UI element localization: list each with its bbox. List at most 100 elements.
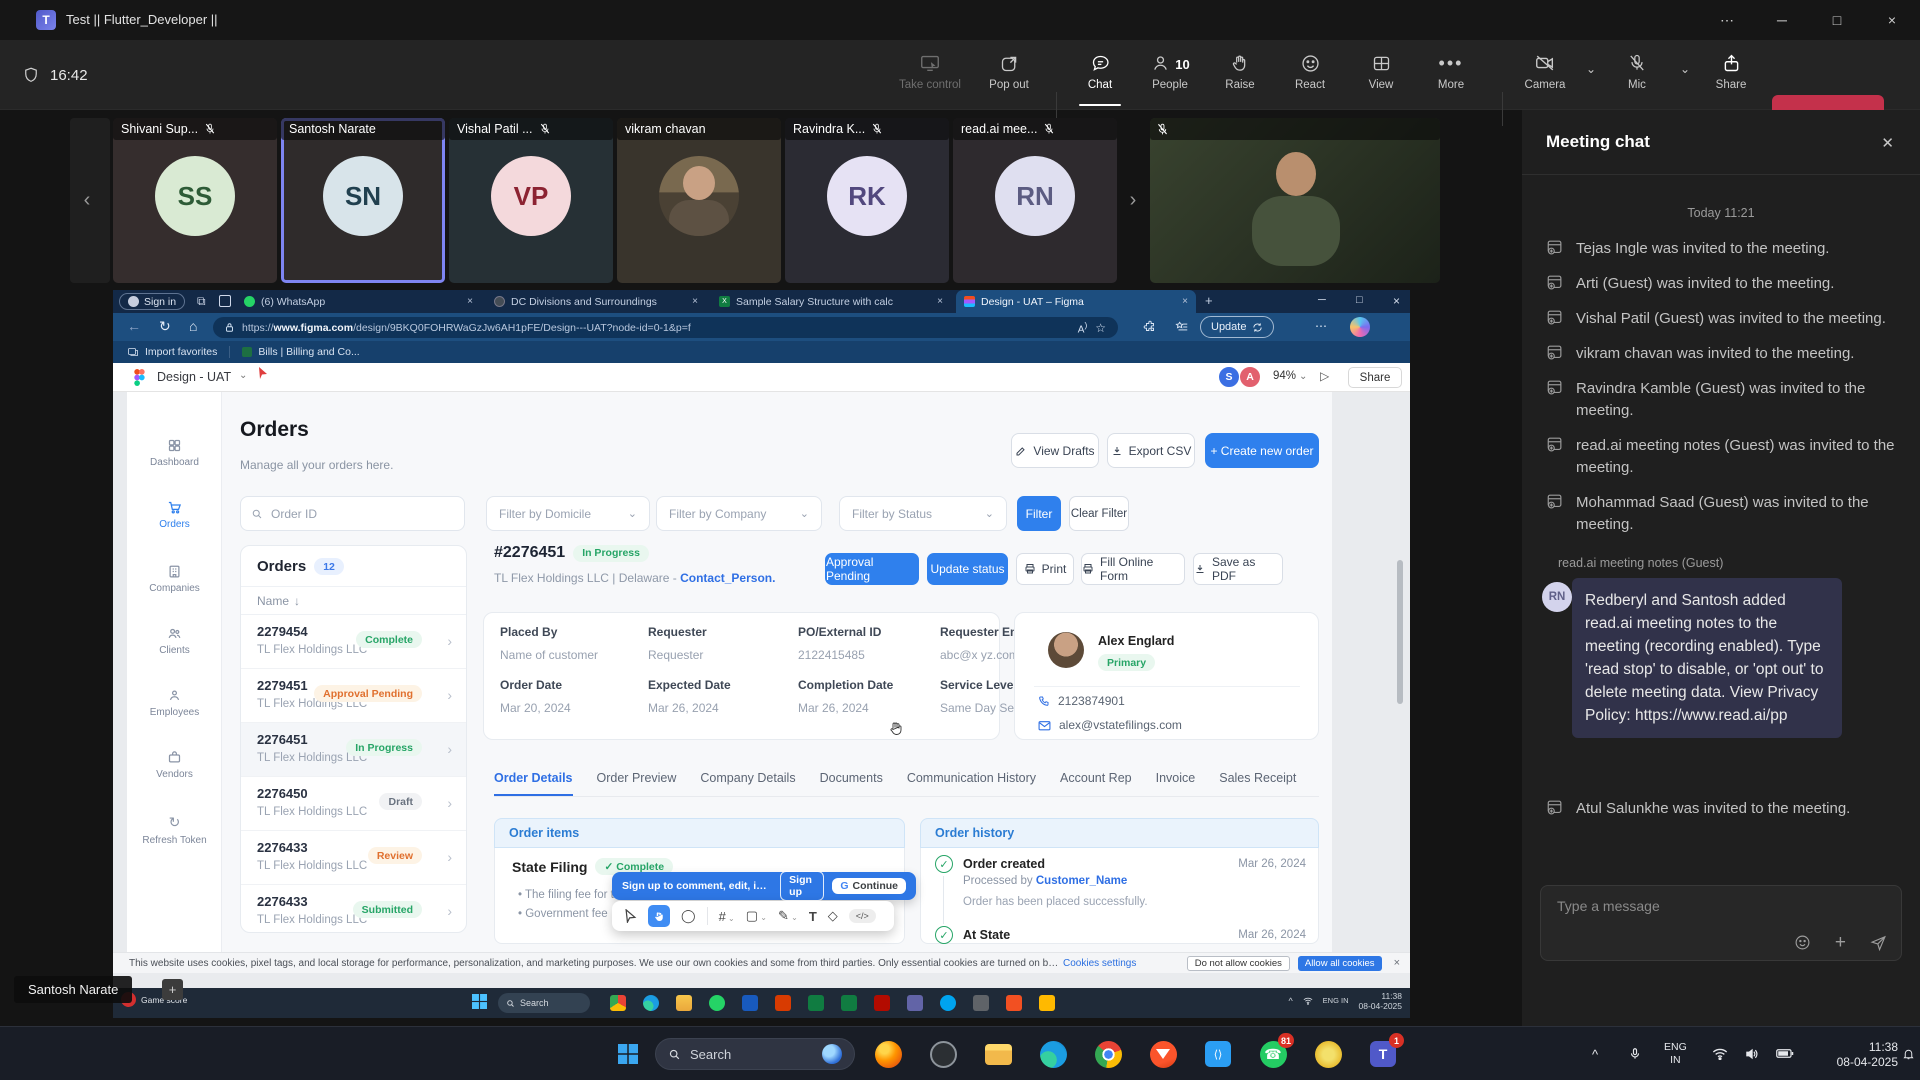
sidebar-item-vendors[interactable]: Vendors: [127, 750, 222, 780]
browser-profile-button[interactable]: Sign in: [119, 293, 185, 310]
bookmark-import-favorites[interactable]: Import favorites: [145, 346, 217, 358]
approval-pending-button[interactable]: Approval Pending: [825, 553, 919, 585]
order-row[interactable]: 2276433TL Flex Holdings LLCSubmitted›: [241, 885, 466, 933]
collaborator-avatar[interactable]: S: [1218, 366, 1240, 388]
frame-tool-icon[interactable]: # ⌄: [719, 909, 735, 924]
favorites-bar-icon[interactable]: [1175, 320, 1189, 334]
favorite-star-icon[interactable]: ☆: [1095, 321, 1106, 335]
react-button[interactable]: React: [1276, 48, 1344, 104]
mic-button[interactable]: Mic: [1604, 48, 1670, 104]
clear-filter-button[interactable]: Clear Filter: [1069, 496, 1129, 531]
pinned-app-icon[interactable]: [973, 995, 989, 1011]
emoji-icon[interactable]: [1794, 934, 1811, 951]
window-maximize-button[interactable]: □: [1819, 11, 1855, 29]
sidebar-item-refresh-token[interactable]: ↻Refresh Token: [127, 814, 222, 846]
figma-logo-icon[interactable]: [133, 369, 145, 386]
bookmark-bills[interactable]: Bills | Billing and Co...: [258, 346, 359, 358]
pinned-app-icon[interactable]: [1006, 995, 1022, 1011]
shared-search-label[interactable]: Search: [520, 998, 549, 1008]
sign-up-button[interactable]: Sign up: [780, 871, 824, 901]
taskbar-search[interactable]: Search: [655, 1038, 855, 1070]
close-tab-icon[interactable]: ×: [692, 296, 698, 307]
share-button[interactable]: Share: [1698, 48, 1764, 104]
refresh-icon[interactable]: ↻: [159, 318, 171, 335]
tray-language-indicator[interactable]: ENGIN: [1664, 1041, 1687, 1067]
pop-out-button[interactable]: Pop out: [975, 48, 1043, 104]
create-new-order-button[interactable]: + Create new order: [1205, 433, 1319, 468]
sidebar-item-employees[interactable]: Employees: [127, 688, 222, 718]
taskbar-app-explorer[interactable]: [978, 1034, 1018, 1074]
tab-order-details[interactable]: Order Details: [494, 771, 573, 796]
tray-battery-icon[interactable]: [1776, 1048, 1794, 1059]
people-button[interactable]: 10 People: [1130, 48, 1210, 104]
pinned-app-icon[interactable]: [907, 995, 923, 1011]
new-tab-button[interactable]: +: [1205, 293, 1213, 308]
allow-cookies-button[interactable]: Allow all cookies: [1298, 956, 1382, 971]
print-button[interactable]: Print: [1016, 553, 1074, 585]
scroll-right-icon[interactable]: ›: [1120, 180, 1146, 220]
tab-account-rep[interactable]: Account Rep: [1060, 771, 1132, 794]
google-continue-button[interactable]: GContinue: [832, 878, 906, 894]
filter-company-dropdown[interactable]: Filter by Company⌄: [656, 496, 822, 531]
window-close-button[interactable]: ×: [1874, 11, 1910, 29]
tab-company-details[interactable]: Company Details: [700, 771, 795, 794]
participant-tile[interactable]: SS Shivani Sup...: [113, 118, 277, 283]
pinned-app-icon[interactable]: [775, 995, 791, 1011]
pinned-app-icon[interactable]: [874, 995, 890, 1011]
pinned-app-icon[interactable]: [709, 995, 725, 1011]
pinned-app-icon[interactable]: [610, 995, 626, 1011]
tray-volume-icon[interactable]: [1744, 1047, 1759, 1061]
browser-tab-active[interactable]: Design - UAT – Figma×: [956, 290, 1196, 313]
attach-plus-icon[interactable]: +: [1835, 934, 1846, 951]
tray-wifi-icon[interactable]: [1712, 1048, 1728, 1060]
address-bar[interactable]: https://www.figma.com/design/9BKQ0FOHRWa…: [213, 317, 1118, 338]
sort-desc-icon[interactable]: ↓: [294, 594, 300, 608]
dev-mode-toggle-icon[interactable]: </>: [849, 909, 876, 923]
order-id-search-input[interactable]: Order ID: [240, 496, 465, 531]
copilot-icon[interactable]: [1350, 317, 1370, 337]
deny-cookies-button[interactable]: Do not allow cookies: [1187, 956, 1290, 971]
tab-actions-icon[interactable]: [219, 295, 231, 307]
figma-share-button[interactable]: Share: [1348, 367, 1402, 388]
participant-tile[interactable]: RN read.ai mee...: [953, 118, 1117, 283]
order-row-selected[interactable]: 2276451TL Flex Holdings LLCIn Progress›: [241, 723, 466, 777]
close-tab-icon[interactable]: ×: [937, 296, 943, 307]
presenter-add-button[interactable]: +: [162, 979, 183, 1000]
cookie-settings-link[interactable]: Cookies settings: [1063, 958, 1136, 969]
tray-notifications-bell-icon[interactable]: [1902, 1047, 1915, 1061]
tray-show-hidden-icon[interactable]: ^: [1592, 1047, 1598, 1062]
browser-menu-icon[interactable]: ⋯: [1315, 319, 1328, 333]
export-csv-button[interactable]: Export CSV: [1107, 433, 1195, 468]
sidebar-item-clients[interactable]: Clients: [127, 626, 222, 656]
chat-button[interactable]: Chat: [1066, 48, 1134, 104]
view-button[interactable]: View: [1347, 48, 1415, 104]
pinned-app-icon[interactable]: [940, 995, 956, 1011]
update-status-button[interactable]: Update status: [927, 553, 1008, 585]
participant-tile-active-speaker[interactable]: SN Santosh Narate: [281, 118, 445, 283]
fill-online-form-button[interactable]: Fill Online Form: [1081, 553, 1185, 585]
taskbar-app-chrome[interactable]: [1088, 1034, 1128, 1074]
zoom-level[interactable]: 94%: [1273, 370, 1296, 382]
comment-tool-icon[interactable]: ◯: [681, 908, 696, 924]
pen-tool-icon[interactable]: ✎ ⌄: [778, 908, 798, 924]
taskbar-app-teams[interactable]: T1: [1363, 1034, 1403, 1074]
taskbar-app-brave[interactable]: [1143, 1034, 1183, 1074]
move-tool-icon[interactable]: [624, 909, 637, 923]
filter-apply-button[interactable]: Filter: [1017, 496, 1061, 531]
close-chat-icon[interactable]: ✕: [1881, 134, 1894, 152]
canvas-scrollbar[interactable]: [1397, 560, 1403, 704]
sidebar-item-dashboard[interactable]: Dashboard: [127, 438, 222, 468]
tab-invoice[interactable]: Invoice: [1156, 771, 1196, 794]
filter-domicile-dropdown[interactable]: Filter by Domicile⌄: [486, 496, 650, 531]
contact-person-link[interactable]: Contact_Person.: [680, 571, 775, 585]
pinned-app-icon[interactable]: [676, 995, 692, 1011]
order-row[interactable]: 2276450TL Flex Holdings LLCDraft›: [241, 777, 466, 831]
read-aloud-icon[interactable]: A): [1078, 320, 1087, 335]
back-icon[interactable]: ←: [127, 318, 141, 334]
browser-restore-icon[interactable]: □: [1356, 294, 1363, 306]
workspaces-icon[interactable]: ⧉: [197, 294, 206, 309]
tab-documents[interactable]: Documents: [820, 771, 883, 794]
more-button[interactable]: ••• More: [1417, 48, 1485, 104]
column-header-name[interactable]: Name: [257, 594, 289, 608]
pinned-app-icon[interactable]: [742, 995, 758, 1011]
